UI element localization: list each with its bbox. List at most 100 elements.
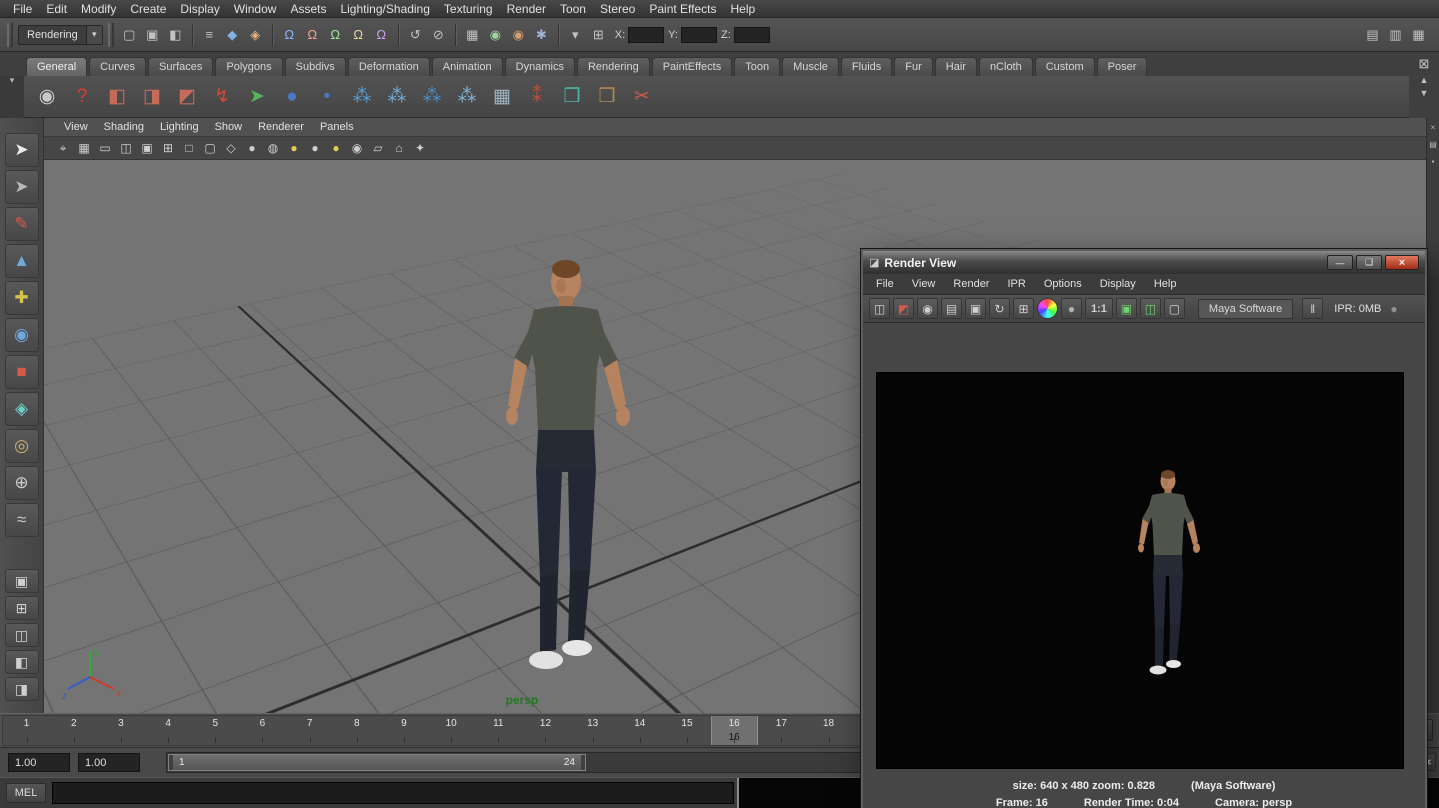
- shading-group-node-icon[interactable]: ⁂: [347, 81, 377, 113]
- timeline-frame[interactable]: 2 2: [50, 716, 97, 745]
- snap-to-grid-icon[interactable]: Ω: [279, 24, 300, 45]
- wireframe-mode-icon[interactable]: ◇: [222, 139, 240, 157]
- minimize-button[interactable]: —: [1327, 255, 1353, 270]
- viewport-menu-item[interactable]: Renderer: [250, 120, 312, 134]
- menu-item[interactable]: Edit: [39, 1, 74, 17]
- timeline-frame[interactable]: 14 14: [616, 716, 663, 745]
- open-render-view-icon[interactable]: ▦: [462, 24, 483, 45]
- coordinate-input[interactable]: [628, 27, 664, 43]
- teal-cube-icon[interactable]: ❒: [557, 81, 587, 113]
- render-view-titlebar[interactable]: ◪ Render View —❑×: [863, 251, 1425, 274]
- timeline-frame[interactable]: 6 6: [239, 716, 286, 745]
- safe-title-icon[interactable]: ▢: [201, 139, 219, 157]
- viewport-menu-item[interactable]: Lighting: [152, 120, 207, 134]
- shelf-tab[interactable]: nCloth: [979, 57, 1033, 76]
- snap-to-view-plane-icon[interactable]: Ω: [371, 24, 392, 45]
- show-manipulator-tool[interactable]: ⊕: [5, 466, 39, 500]
- ipr-render-current-frame-icon[interactable]: ◉: [508, 24, 529, 45]
- timeline-frame[interactable]: 1 1: [3, 716, 50, 745]
- construction-history-icon[interactable]: ↺: [405, 24, 426, 45]
- animation-start-field[interactable]: 1.00: [8, 753, 70, 772]
- menu-item[interactable]: Assets: [283, 1, 333, 17]
- camera-aim-icon[interactable]: ◨: [137, 81, 167, 113]
- render-view-menu-item[interactable]: IPR: [998, 276, 1034, 292]
- timeline-frame[interactable]: 11 11: [475, 716, 522, 745]
- trash-icon[interactable]: ⊠: [1419, 56, 1430, 72]
- render-settings-icon[interactable]: ✱: [531, 24, 552, 45]
- quick-selection-icon[interactable]: ⊞: [588, 24, 609, 45]
- menu-item[interactable]: Stereo: [593, 1, 642, 17]
- no-construction-history-icon[interactable]: ⊘: [428, 24, 449, 45]
- lasso-select-tool[interactable]: ➤: [5, 170, 39, 204]
- timeline-frame[interactable]: 15 15: [663, 716, 710, 745]
- timeline-frame[interactable]: 5 5: [192, 716, 239, 745]
- shelf-tab[interactable]: PaintEffects: [652, 57, 733, 76]
- render-sequence-icon[interactable]: ▤: [941, 298, 962, 319]
- timeline-frame[interactable]: 13 13: [569, 716, 616, 745]
- utility-node-icon[interactable]: ⁂: [417, 81, 447, 113]
- save-scene-icon[interactable]: ◧: [165, 24, 186, 45]
- menu-item[interactable]: Paint Effects: [642, 1, 723, 17]
- character-model[interactable]: [484, 246, 644, 686]
- timeline-frame[interactable]: 4 4: [145, 716, 192, 745]
- timeline-frame[interactable]: 8 8: [333, 716, 380, 745]
- timeline-frame[interactable]: 18 18: [805, 716, 852, 745]
- menu-item[interactable]: Modify: [74, 1, 123, 17]
- shelf-tab[interactable]: Muscle: [782, 57, 839, 76]
- shelf-tab[interactable]: Deformation: [348, 57, 430, 76]
- cut-tool-icon[interactable]: ✂: [627, 81, 657, 113]
- range-slider-handle[interactable]: 1 24: [168, 754, 586, 771]
- shelf-tab[interactable]: Polygons: [215, 57, 282, 76]
- four-pane-layout-button[interactable]: ⊞: [5, 596, 39, 620]
- alpha-channel-icon[interactable]: ●: [1061, 298, 1082, 319]
- one-to-one-zoom-button[interactable]: 1:1: [1085, 298, 1113, 319]
- textured-mode-icon[interactable]: ◍: [264, 139, 282, 157]
- command-language-toggle[interactable]: MEL: [6, 783, 46, 803]
- select-tool[interactable]: ➤: [5, 133, 39, 167]
- select-by-component-icon[interactable]: ◈: [245, 24, 266, 45]
- keep-image-icon[interactable]: ▣: [1116, 298, 1137, 319]
- pause-ipr-icon[interactable]: ‖: [1302, 298, 1323, 319]
- viewport-menu-item[interactable]: View: [56, 120, 96, 134]
- render-view-menu-item[interactable]: Help: [1145, 276, 1186, 292]
- menu-item[interactable]: Lighting/Shading: [333, 1, 436, 17]
- help-question-icon[interactable]: ?: [67, 81, 97, 113]
- channel-box-toggle-icon[interactable]: ▥: [1385, 24, 1406, 45]
- camera-attributes-icon[interactable]: ⌂: [390, 139, 408, 157]
- arrow-sphere-icon[interactable]: ➤: [242, 81, 272, 113]
- render-view-menu-item[interactable]: Display: [1091, 276, 1145, 292]
- panel-pin-icon[interactable]: ▪: [1432, 157, 1435, 166]
- two-pane-layout-button[interactable]: ◫: [5, 623, 39, 647]
- snapshot-icon[interactable]: ◉: [917, 298, 938, 319]
- renderer-selector[interactable]: Maya Software: [1198, 299, 1293, 319]
- open-scene-icon[interactable]: ▣: [142, 24, 163, 45]
- resolution-gate-icon[interactable]: ◫: [117, 139, 135, 157]
- paint-select-tool[interactable]: ✎: [5, 207, 39, 241]
- grid-toggle-icon[interactable]: ▦: [75, 139, 93, 157]
- render-current-frame-icon[interactable]: ◉: [485, 24, 506, 45]
- shelf-tab[interactable]: General: [26, 57, 87, 76]
- shelf-tab[interactable]: Dynamics: [505, 57, 575, 76]
- safe-action-icon[interactable]: □: [180, 139, 198, 157]
- light-node-icon[interactable]: ⁂: [452, 81, 482, 113]
- red-node-icon[interactable]: ⁑: [522, 81, 552, 113]
- small-sphere-icon[interactable]: •: [312, 81, 342, 113]
- panel-menu-icon[interactable]: ▤: [1429, 140, 1437, 149]
- outliner-toggle-icon[interactable]: ▤: [1362, 24, 1383, 45]
- snap-to-curve-icon[interactable]: Ω: [302, 24, 323, 45]
- select-by-object-icon[interactable]: ◆: [222, 24, 243, 45]
- use-all-lights-icon[interactable]: ●: [285, 139, 303, 157]
- camera-up-icon[interactable]: ◩: [172, 81, 202, 113]
- coordinate-input[interactable]: [734, 27, 770, 43]
- hypershade-persp-layout-button[interactable]: ◨: [5, 677, 39, 701]
- render-view-menu-item[interactable]: Options: [1035, 276, 1091, 292]
- bookmark-icon[interactable]: ✦: [411, 139, 429, 157]
- blue-sphere-icon[interactable]: ●: [277, 81, 307, 113]
- rgb-channels-icon[interactable]: [1037, 298, 1058, 319]
- shelf-tab[interactable]: Curves: [89, 57, 146, 76]
- shelf-scroll-up-icon[interactable]: ▲: [1420, 75, 1429, 85]
- menu-item[interactable]: Texturing: [437, 1, 500, 17]
- timeline-frame[interactable]: 10 10: [428, 716, 475, 745]
- panel-close-icon[interactable]: ×: [1431, 123, 1436, 132]
- coordinate-input[interactable]: [681, 27, 717, 43]
